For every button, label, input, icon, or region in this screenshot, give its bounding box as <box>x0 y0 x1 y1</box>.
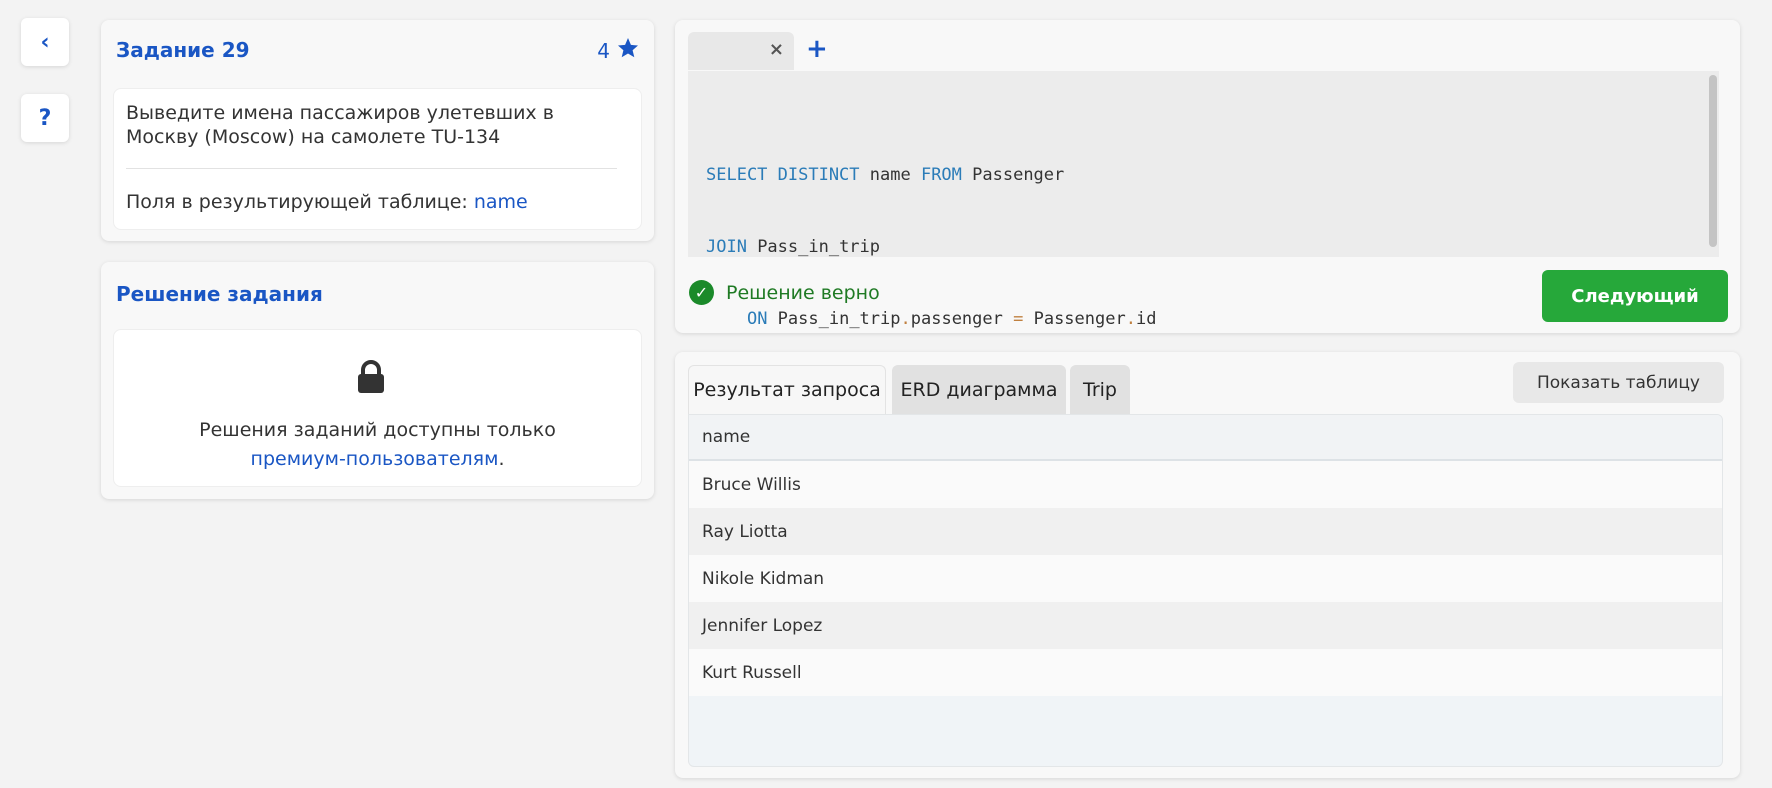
column-header-name: name <box>689 415 1722 461</box>
locked-message: Решения заданий доступны только <box>199 419 556 441</box>
solution-locked-panel: Решения заданий доступны только премиум-… <box>113 329 642 487</box>
result-fields-value: name <box>473 191 528 213</box>
show-table-button[interactable]: Показать таблицу <box>1513 362 1724 403</box>
chevron-left-icon: ‹ <box>40 29 50 55</box>
result-fields: Поля в результирующей таблице: name <box>126 191 528 213</box>
premium-message: премиум-пользователям. <box>114 448 641 470</box>
editor-tabbar: × + <box>688 32 1728 70</box>
editor-card: × + SELECT DISTINCT name FROM Passenger … <box>675 20 1740 545</box>
tab-query-result[interactable]: Результат запроса <box>688 365 886 414</box>
premium-period: . <box>498 448 505 470</box>
solution-title: Решение задания <box>116 282 323 306</box>
lock-icon <box>356 360 386 398</box>
check-circle-icon: ✓ <box>689 280 714 305</box>
code-line: SELECT DISTINCT name FROM Passenger <box>706 165 1065 185</box>
help-button[interactable]: ? <box>21 94 69 142</box>
editor-scrollbar[interactable] <box>1709 75 1717 247</box>
back-button[interactable]: ‹ <box>21 18 69 66</box>
question-icon: ? <box>38 105 52 131</box>
tab-trip[interactable]: Trip <box>1070 365 1130 414</box>
tab-erd-diagram[interactable]: ERD диаграмма <box>892 365 1066 414</box>
next-button[interactable]: Следующий <box>1542 270 1728 322</box>
solution-card: Решение задания Решения заданий доступны… <box>101 262 654 499</box>
table-row: Ray Liotta <box>689 508 1722 555</box>
task-stars-count: 4 <box>597 38 610 63</box>
star-icon <box>616 36 640 65</box>
task-rating: 4 <box>597 36 640 65</box>
table-row: Nikole Kidman <box>689 555 1722 602</box>
results-card: Результат запроса ERD диаграмма Trip Пок… <box>675 352 1740 778</box>
table-row: Bruce Willis <box>689 461 1722 508</box>
solution-status: ✓ Решение верно <box>689 280 880 305</box>
close-icon[interactable]: × <box>769 39 784 60</box>
premium-link[interactable]: премиум-пользователям <box>251 448 499 470</box>
task-title: Задание 29 <box>116 38 250 62</box>
editor-tab[interactable]: × <box>688 32 794 70</box>
task-body: Выведите имена пассажиров улетевших в Мо… <box>113 88 642 230</box>
status-text: Решение верно <box>726 281 880 304</box>
results-table: name Bruce Willis Ray Liotta Nikole Kidm… <box>688 414 1723 767</box>
add-tab-button[interactable]: + <box>806 34 828 64</box>
table-row: Jennifer Lopez <box>689 602 1722 649</box>
code-line: JOIN Pass_in_trip <box>706 237 881 257</box>
table-row: Kurt Russell <box>689 649 1722 696</box>
task-description: Выведите имена пассажиров улетевших в Мо… <box>126 102 554 148</box>
result-fields-label: Поля в результирующей таблице: <box>126 191 468 213</box>
task-card: Задание 29 4 Выведите имена пассажиров у… <box>101 20 654 241</box>
sql-editor[interactable]: SELECT DISTINCT name FROM Passenger JOIN… <box>688 71 1719 545</box>
divider <box>126 168 617 169</box>
